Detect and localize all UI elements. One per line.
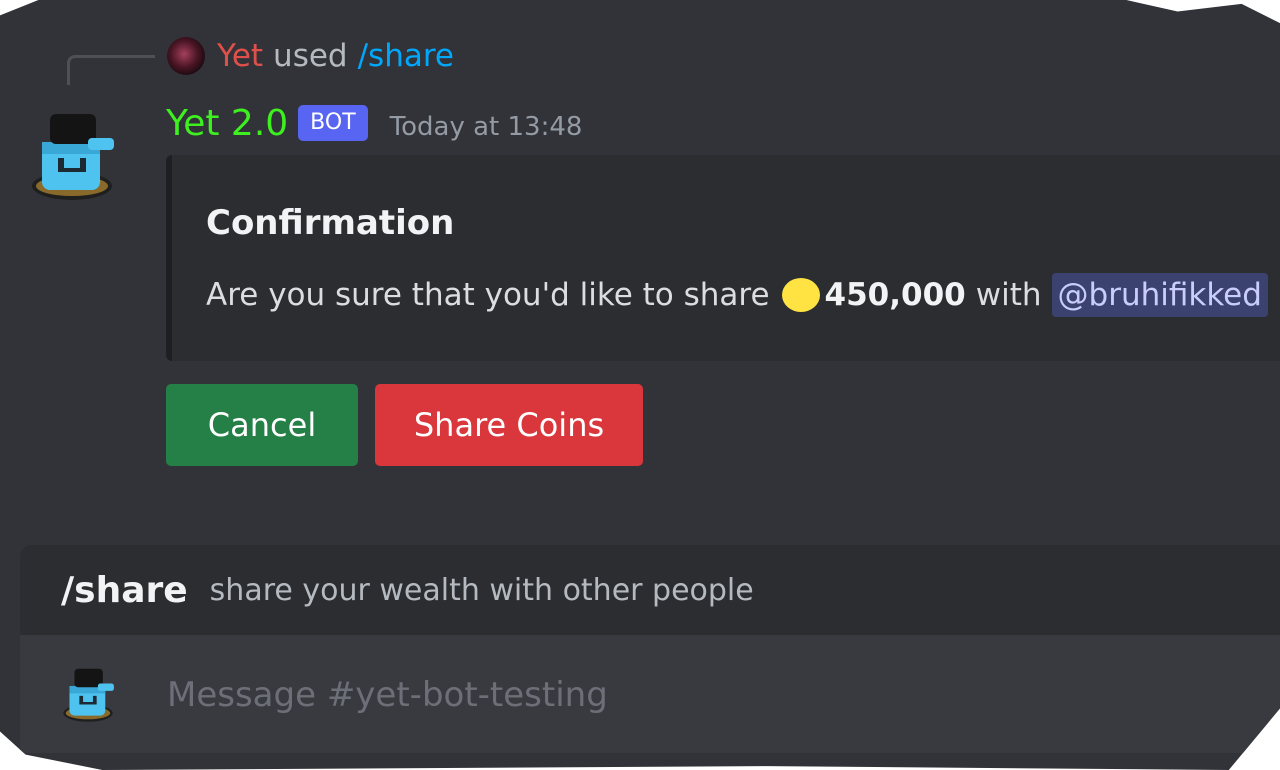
user-mention[interactable]: @bruhifikked: [1051, 273, 1268, 317]
embed-description-prefix: Are you sure that you'd like to share: [206, 277, 770, 313]
reply-reference[interactable]: Yet used /share: [167, 36, 454, 76]
coin-amount: 450,000: [824, 277, 966, 313]
message-input[interactable]: [165, 665, 1169, 725]
reply-username[interactable]: Yet: [217, 38, 263, 74]
coin-icon: [781, 278, 820, 312]
message-header: Yet 2.0 BOT Today at 13:48: [166, 98, 582, 148]
reply-connector-line: [67, 55, 155, 85]
embed-description-mid: with: [975, 277, 1042, 313]
reply-used-text: used: [273, 38, 348, 74]
message-timestamp: Today at 13:48: [389, 112, 583, 142]
user-avatar-icon[interactable]: [167, 37, 205, 75]
command-description: share your wealth with other people: [209, 572, 754, 608]
embed-title: Confirmation: [206, 203, 455, 243]
bot-avatar-icon[interactable]: [60, 665, 116, 723]
message-embed: Confirmation Are you sure that you'd lik…: [166, 155, 1280, 361]
bot-username[interactable]: Yet 2.0: [166, 103, 288, 144]
message-composer: [20, 635, 1280, 753]
command-name: /share: [61, 569, 188, 611]
embed-description: Are you sure that you'd like to share 45…: [206, 273, 1268, 317]
slash-command-hint[interactable]: /share share your wealth with other peop…: [20, 545, 1280, 635]
reply-command[interactable]: /share: [358, 38, 454, 74]
bot-avatar-icon[interactable]: [28, 108, 116, 202]
share-coins-button[interactable]: Share Coins: [375, 384, 643, 466]
bot-badge: BOT: [298, 105, 368, 141]
discord-chat-window: Yet used /share Yet 2.0 BOT Today at 13:…: [0, 0, 1280, 770]
cancel-button[interactable]: Cancel: [166, 384, 358, 466]
